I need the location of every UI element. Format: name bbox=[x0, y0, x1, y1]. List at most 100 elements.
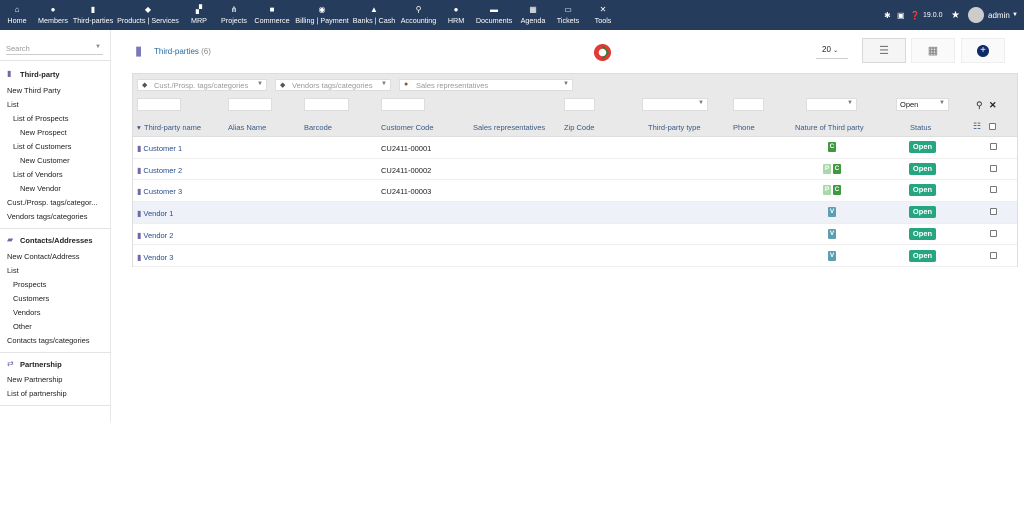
section-partnership[interactable]: Partnership bbox=[20, 360, 62, 369]
sidebar-new-partnership[interactable]: New Partnership bbox=[7, 375, 62, 384]
sidebar-contact-prospects[interactable]: Prospects bbox=[13, 280, 46, 289]
bookmark-star-icon[interactable]: ★ bbox=[951, 8, 960, 22]
nav-commerce[interactable]: ■ Commerce bbox=[254, 0, 290, 30]
filter-code-input[interactable] bbox=[381, 98, 425, 111]
sidebar-contact-list[interactable]: List bbox=[7, 266, 19, 275]
sidebar-list-vendors[interactable]: List of Vendors bbox=[13, 170, 63, 179]
filter-barcode-input[interactable] bbox=[304, 98, 349, 111]
sidebar-contact-other[interactable]: Other bbox=[13, 322, 32, 331]
nav-products-services[interactable]: ◆ Products | Services bbox=[117, 0, 179, 30]
col-alias[interactable]: Alias Name bbox=[228, 123, 266, 132]
row-checkbox[interactable] bbox=[990, 251, 997, 259]
page-size-select[interactable]: 20 ⌄ bbox=[816, 43, 848, 59]
add-third-party-button[interactable]: + bbox=[961, 38, 1005, 63]
col-status[interactable]: Status bbox=[910, 123, 931, 132]
col-barcode[interactable]: Barcode bbox=[304, 123, 332, 132]
chevron-down-icon[interactable]: ▼ bbox=[1012, 8, 1018, 22]
section-third-party[interactable]: Third-party bbox=[20, 70, 60, 79]
col-name[interactable]: Third-party name bbox=[144, 123, 201, 132]
nav-tools[interactable]: ✕ Tools bbox=[593, 0, 613, 30]
col-phone[interactable]: Phone bbox=[733, 123, 755, 132]
page-title: Third-parties (6) bbox=[154, 47, 211, 56]
filter-name-input[interactable] bbox=[137, 98, 181, 111]
sidebar-new-third-party[interactable]: New Third Party bbox=[7, 86, 61, 95]
nav-banks-cash[interactable]: ▲ Banks | Cash bbox=[352, 0, 396, 30]
table-row[interactable]: ▮ Customer 2 CU2411-00002 P C Open bbox=[133, 158, 1017, 181]
building-icon: ▮ bbox=[7, 69, 12, 78]
sort-desc-icon[interactable]: ▾ bbox=[137, 123, 141, 132]
nav-tickets[interactable]: ▭ Tickets bbox=[555, 0, 581, 30]
col-sales-rep[interactable]: Sales representatives bbox=[473, 123, 545, 132]
list-view-button[interactable]: ☰ bbox=[862, 38, 906, 63]
bug-icon[interactable]: ✱ bbox=[884, 8, 891, 22]
sidebar-list-partnership[interactable]: List of partnership bbox=[7, 389, 67, 398]
nav-billing-payment[interactable]: ◉ Billing | Payment bbox=[295, 0, 349, 30]
nav-agenda[interactable]: ▦ Agenda bbox=[519, 0, 547, 30]
column-list-icon[interactable]: ☷ bbox=[973, 121, 981, 132]
kanban-view-button[interactable]: ▦ bbox=[911, 38, 955, 63]
row-checkbox[interactable] bbox=[990, 143, 997, 150]
sidebar-list-customers[interactable]: List of Customers bbox=[13, 142, 71, 151]
section-contacts[interactable]: Contacts/Addresses bbox=[20, 236, 93, 245]
sidebar-contact-tags[interactable]: Contacts tags/categories bbox=[7, 336, 90, 345]
cust-tags-filter[interactable]: ◆ Cust./Prosp. tags/categories ▼ bbox=[137, 79, 267, 91]
sidebar-new-contact[interactable]: New Contact/Address bbox=[7, 252, 80, 261]
sales-rep-filter[interactable]: ● Sales representatives ▼ bbox=[399, 79, 573, 91]
sidebar-new-prospect[interactable]: New Prospect bbox=[20, 128, 67, 137]
col-type[interactable]: Third-party type bbox=[648, 123, 701, 132]
nav-mrp[interactable]: ▞ MRP bbox=[188, 0, 210, 30]
building-icon: ▮ bbox=[137, 144, 142, 153]
row-name-link[interactable]: ▮ Customer 2 bbox=[137, 166, 182, 175]
help-icon[interactable]: ❓ bbox=[910, 8, 920, 22]
row-checkbox[interactable] bbox=[990, 186, 997, 194]
col-nature[interactable]: Nature of Third party bbox=[795, 123, 864, 132]
sidebar-new-customer[interactable]: New Customer bbox=[20, 156, 70, 165]
table-row[interactable]: ▮ Customer 1 CU2411-00001 C Open bbox=[133, 137, 1017, 159]
row-checkbox[interactable] bbox=[990, 164, 997, 172]
filter-nature-select[interactable]: ▼ bbox=[806, 98, 857, 111]
nav-third-parties[interactable]: ▮ Third-parties bbox=[72, 0, 114, 30]
username-label[interactable]: admin bbox=[988, 8, 1010, 22]
filter-zip-input[interactable] bbox=[564, 98, 595, 111]
sidebar-vendor-tags[interactable]: Vendors tags/categories bbox=[7, 212, 87, 221]
vendor-tags-filter[interactable]: ◆ Vendors tags/categories ▼ bbox=[275, 79, 391, 91]
col-zip[interactable]: Zip Code bbox=[564, 123, 594, 132]
filter-type-select[interactable]: ▼ bbox=[642, 98, 708, 111]
chevron-down-icon: ▼ bbox=[939, 100, 945, 106]
user-icon: ● bbox=[453, 5, 459, 14]
nav-projects[interactable]: ⋔ Projects bbox=[220, 0, 248, 30]
print-icon[interactable]: ▣ bbox=[897, 8, 905, 22]
filter-status-select[interactable]: Open ▼ bbox=[896, 98, 949, 111]
search-icon[interactable]: ⚲ bbox=[976, 100, 983, 111]
table-row[interactable]: ▮ Vendor 1 V Open bbox=[133, 202, 1017, 224]
col-customer-code[interactable]: Customer Code bbox=[381, 123, 434, 132]
row-name-link[interactable]: ▮ Vendor 1 bbox=[137, 209, 173, 218]
select-all-checkbox[interactable] bbox=[989, 123, 996, 130]
row-name-link[interactable]: ▮ Vendor 3 bbox=[137, 253, 173, 262]
table-row[interactable]: ▮ Customer 3 CU2411-00003 P C Open bbox=[133, 180, 1017, 203]
filter-alias-input[interactable] bbox=[228, 98, 272, 111]
sidebar-contact-vendors[interactable]: Vendors bbox=[13, 308, 41, 317]
sidebar-new-vendor[interactable]: New Vendor bbox=[20, 184, 61, 193]
sidebar-list[interactable]: List bbox=[7, 100, 19, 109]
sidebar-cust-tags[interactable]: Cust./Prosp. tags/categor... bbox=[7, 198, 97, 207]
table-row[interactable]: ▮ Vendor 3 V Open bbox=[133, 245, 1017, 268]
nav-members[interactable]: ● Members bbox=[37, 0, 69, 30]
row-checkbox[interactable] bbox=[990, 229, 997, 237]
filter-phone-input[interactable] bbox=[733, 98, 764, 111]
nav-accounting[interactable]: ⚲ Accounting bbox=[400, 0, 437, 30]
nav-documents[interactable]: ▬ Documents bbox=[475, 0, 513, 30]
row-name-link[interactable]: ▮ Customer 1 bbox=[137, 144, 182, 153]
row-name-link[interactable]: ▮ Customer 3 bbox=[137, 187, 182, 196]
row-checkbox[interactable] bbox=[990, 208, 997, 216]
sidebar-list-prospects[interactable]: List of Prospects bbox=[13, 114, 68, 123]
nav-home[interactable]: ⌂ Home bbox=[6, 0, 28, 30]
nav-hrm[interactable]: ● HRM bbox=[446, 0, 466, 30]
row-name-link[interactable]: ▮ Vendor 2 bbox=[137, 231, 173, 240]
avatar[interactable] bbox=[968, 7, 984, 23]
tag-icon: ◆ bbox=[280, 82, 286, 89]
search-input[interactable]: Search ▼ bbox=[6, 42, 103, 55]
clear-filter-icon[interactable]: ✕ bbox=[989, 100, 997, 111]
table-row[interactable]: ▮ Vendor 2 V Open bbox=[133, 223, 1017, 246]
sidebar-contact-customers[interactable]: Customers bbox=[13, 294, 49, 303]
